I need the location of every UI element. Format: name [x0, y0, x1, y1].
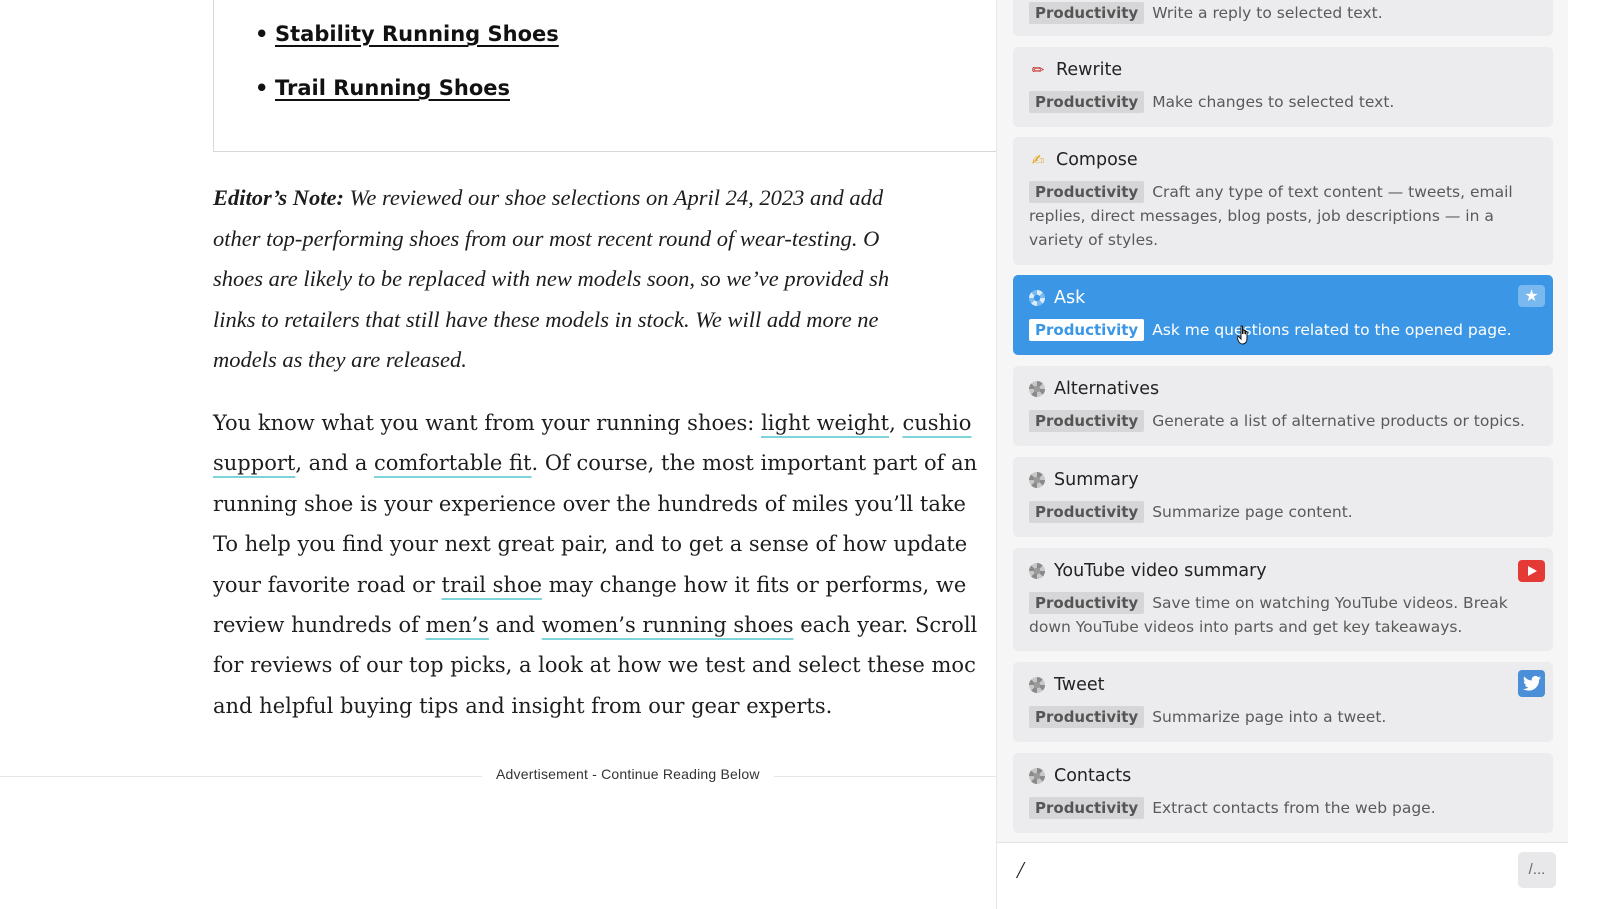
writing-hand-icon: ✍ [1031, 151, 1045, 169]
pencil-icon: ✏ [1031, 61, 1045, 79]
category-tag: Productivity [1029, 319, 1145, 341]
prompt-input-bar: / /... [997, 842, 1568, 909]
command-menu-button[interactable]: /... [1518, 852, 1556, 888]
prompt-card-compose[interactable]: ✍ Compose Productivity Craft any type of t… [1013, 137, 1553, 265]
category-tag: Productivity [1029, 501, 1145, 523]
toc-link-stability[interactable]: Stability Running Shoes [255, 14, 559, 68]
gear-icon [1029, 563, 1045, 579]
link-support[interactable]: support [213, 451, 295, 475]
prompt-card-rewrite[interactable]: ✏ Rewrite Productivity Make changes to sel… [1013, 47, 1553, 127]
link-cushioning[interactable]: cushio [902, 411, 971, 435]
gear-icon [1029, 290, 1045, 306]
prompt-card-summary[interactable]: Summary Productivity Summarize page conte… [1013, 457, 1553, 537]
gear-icon [1029, 677, 1045, 693]
prompt-card-tweet[interactable]: Tweet Productivity Summarize page into a … [1013, 662, 1553, 742]
toc-link-trail[interactable]: Trail Running Shoes [255, 68, 559, 122]
prompt-input[interactable]: / [1017, 858, 1024, 885]
category-tag: Productivity [1029, 706, 1145, 728]
editors-note: Editor’s Note: We reviewed our shoe sele… [213, 185, 890, 372]
prompt-card-alternatives[interactable]: Alternatives Productivity Generate a list… [1013, 366, 1553, 446]
prompt-card-contacts[interactable]: Contacts Productivity Extract contacts fr… [1013, 753, 1553, 833]
category-tag: Productivity [1029, 592, 1145, 614]
twitter-icon [1518, 670, 1545, 697]
prompt-panel: Productivity Write a reply to selected te… [996, 0, 1568, 909]
toc-list: Stability Running Shoes Trail Running Sh… [255, 14, 559, 122]
link-comfortable-fit[interactable]: comfortable fit [374, 451, 531, 475]
category-tag: Productivity [1029, 410, 1145, 432]
link-womens-running-shoes[interactable]: women’s running shoes [542, 613, 794, 637]
category-tag: Productivity [1029, 181, 1145, 203]
prompt-card-youtube-summary[interactable]: YouTube video summary Productivity Save t… [1013, 548, 1553, 651]
category-tag: Productivity [1029, 2, 1145, 24]
article-pane: Stability Running Shoes Trail Running Sh… [0, 0, 1000, 909]
editors-note-label: Editor’s Note: [213, 185, 345, 210]
link-mens[interactable]: men’s [426, 613, 489, 637]
youtube-icon [1518, 560, 1545, 582]
link-light-weight[interactable]: light weight [761, 411, 889, 435]
star-icon[interactable]: ★ [1518, 285, 1545, 307]
link-trail-shoe[interactable]: trail shoe [442, 573, 542, 597]
gear-icon [1029, 768, 1045, 784]
gear-icon [1029, 381, 1045, 397]
prompt-card-reply[interactable]: Productivity Write a reply to selected te… [1013, 0, 1553, 36]
prompt-card-ask[interactable]: Ask ★ Productivity Ask me questions relat… [1013, 275, 1553, 355]
category-tag: Productivity [1029, 797, 1145, 819]
gear-icon [1029, 472, 1045, 488]
hand-cursor-icon [1237, 325, 1248, 345]
category-tag: Productivity [1029, 91, 1145, 113]
intro-paragraph: You know what you want from your running… [213, 411, 978, 718]
ad-label: Advertisement - Continue Reading Below [482, 766, 774, 782]
